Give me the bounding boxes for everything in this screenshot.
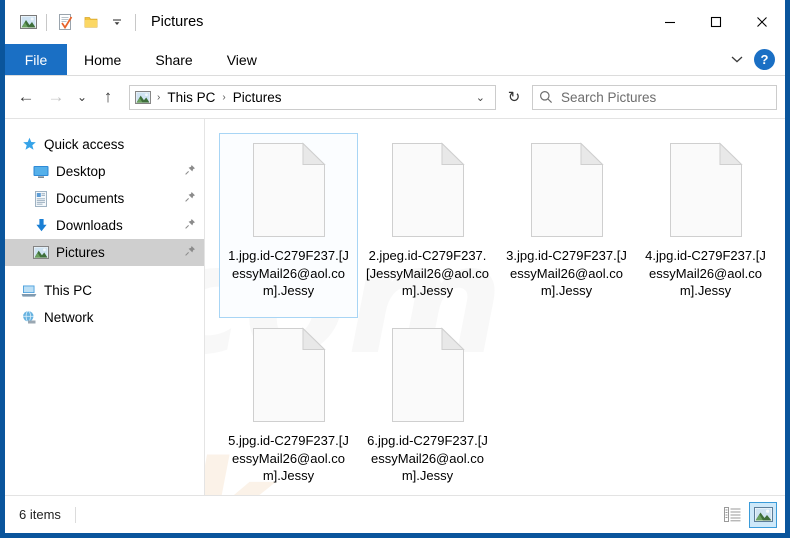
file-list-pane[interactable]: 1.jpg.id-C279F237.[JessyMail26@aol.com].…: [205, 119, 785, 495]
document-file-icon: [251, 142, 327, 238]
pin-icon-desktop[interactable]: [184, 164, 196, 179]
tab-home[interactable]: Home: [67, 44, 138, 75]
document-file-icon: [251, 327, 327, 423]
file-name-4: 4.jpg.id-C279F237.[JessyMail26@aol.com].…: [645, 248, 766, 298]
file-name-5: 5.jpg.id-C279F237.[JessyMail26@aol.com].…: [228, 433, 349, 483]
tab-view[interactable]: View: [210, 44, 274, 75]
qat-separator-2: [135, 13, 136, 31]
sidebar-label-documents: Documents: [56, 191, 125, 206]
sidebar-label-network: Network: [44, 310, 94, 325]
file-item-2[interactable]: 2.jpeg.id-C279F237.[JessyMail26@aol.com]…: [358, 133, 497, 318]
up-button[interactable]: ↑: [93, 82, 123, 112]
sidebar-item-this-pc[interactable]: This PC: [5, 277, 204, 304]
breadcrumb-item-pictures[interactable]: Pictures: [230, 90, 285, 105]
document-file-icon: [390, 142, 466, 238]
chevron-down-icon[interactable]: [730, 51, 744, 69]
minimize-button[interactable]: [647, 0, 693, 44]
breadcrumb-pictures-icon: [135, 90, 151, 104]
tab-file[interactable]: File: [5, 44, 67, 75]
document-file-icon: [529, 142, 605, 238]
properties-icon[interactable]: [52, 9, 78, 35]
file-name-2: 2.jpeg.id-C279F237.[JessyMail26@aol.com]…: [365, 248, 490, 298]
file-item-1[interactable]: 1.jpg.id-C279F237.[JessyMail26@aol.com].…: [219, 133, 358, 318]
sidebar-item-downloads[interactable]: Downloads: [5, 212, 204, 239]
refresh-button[interactable]: ↻: [500, 83, 528, 111]
file-item-3[interactable]: 3.jpg.id-C279F237.[JessyMail26@aol.com].…: [497, 133, 636, 318]
window-title: Pictures: [151, 14, 204, 30]
desktop-icon: [33, 164, 49, 180]
star-icon: [21, 137, 37, 153]
window-controls: [647, 0, 785, 44]
sidebar-item-desktop[interactable]: Desktop: [5, 158, 204, 185]
breadcrumb-item-this-pc[interactable]: This PC: [164, 90, 218, 105]
new-folder-icon[interactable]: [78, 9, 104, 35]
file-item-6[interactable]: 6.jpg.id-C279F237.[JessyMail26@aol.com].…: [358, 318, 497, 495]
search-icon: [539, 90, 553, 104]
recent-locations-button[interactable]: ⌄: [71, 82, 93, 112]
network-icon: [21, 310, 37, 326]
file-name-3: 3.jpg.id-C279F237.[JessyMail26@aol.com].…: [506, 248, 627, 298]
sidebar-item-quick-access[interactable]: Quick access: [5, 131, 204, 158]
sidebar-label-quick-access: Quick access: [44, 137, 125, 152]
pictures-folder-icon[interactable]: [15, 9, 41, 35]
pin-icon-pictures[interactable]: [184, 245, 196, 260]
back-button[interactable]: ←: [11, 82, 41, 112]
large-icons-view-button[interactable]: [749, 501, 777, 528]
document-file-icon: [390, 327, 466, 423]
maximize-button[interactable]: [693, 0, 739, 44]
pin-icon-downloads[interactable]: [184, 218, 196, 233]
details-view-button[interactable]: [718, 502, 746, 528]
sidebar-gap-1: [5, 266, 204, 277]
tab-share[interactable]: Share: [138, 44, 209, 75]
downloads-icon: [33, 218, 49, 234]
file-name-6: 6.jpg.id-C279F237.[JessyMail26@aol.com].…: [367, 433, 488, 483]
breadcrumb-separator-0[interactable]: ›: [153, 92, 164, 103]
explorer-content: com risk Quick access Desktop: [5, 118, 785, 495]
title-bar: Pictures: [5, 0, 785, 44]
search-placeholder: Search Pictures: [561, 89, 657, 105]
help-icon[interactable]: ?: [754, 49, 775, 70]
explorer-window: Pictures File Home Share View ? ← → ⌄ ↑ …: [0, 0, 790, 538]
status-bar: 6 items: [5, 495, 785, 533]
sidebar-label-downloads: Downloads: [56, 218, 123, 233]
customize-dropdown-icon[interactable]: [104, 9, 130, 35]
sidebar-label-this-pc: This PC: [44, 283, 93, 298]
sidebar-label-desktop: Desktop: [56, 164, 106, 179]
breadcrumb[interactable]: › This PC › Pictures ⌄: [129, 84, 496, 110]
status-separator: [74, 506, 76, 523]
sidebar-item-network[interactable]: Network: [5, 304, 204, 331]
item-count-label: 6 items: [19, 507, 61, 522]
sidebar-label-pictures: Pictures: [56, 245, 105, 260]
forward-button[interactable]: →: [41, 82, 71, 112]
navigation-pane: Quick access Desktop Documents Downloads…: [5, 119, 205, 495]
pictures-icon: [33, 245, 49, 261]
qat-separator-1: [46, 13, 47, 31]
address-bar: ← → ⌄ ↑ › This PC › Pictures ⌄ ↻ Search …: [5, 76, 785, 118]
sidebar-item-documents[interactable]: Documents: [5, 185, 204, 212]
quick-access-toolbar: [5, 9, 141, 35]
view-mode-buttons: [718, 501, 777, 528]
ribbon-tab-bar: File Home Share View ?: [5, 44, 785, 76]
breadcrumb-separator-1[interactable]: ›: [218, 92, 229, 103]
document-file-icon: [668, 142, 744, 238]
pin-icon-documents[interactable]: [184, 191, 196, 206]
search-input[interactable]: Search Pictures: [532, 84, 777, 110]
file-item-5[interactable]: 5.jpg.id-C279F237.[JessyMail26@aol.com].…: [219, 318, 358, 495]
ribbon-right-controls: ?: [730, 44, 785, 75]
documents-icon: [33, 190, 49, 207]
file-name-1: 1.jpg.id-C279F237.[JessyMail26@aol.com].…: [228, 248, 349, 298]
this-pc-icon: [21, 283, 37, 299]
sidebar-item-pictures[interactable]: Pictures: [5, 239, 204, 266]
breadcrumb-dropdown-icon[interactable]: ⌄: [468, 91, 493, 104]
file-item-4[interactable]: 4.jpg.id-C279F237.[JessyMail26@aol.com].…: [636, 133, 775, 318]
close-button[interactable]: [739, 0, 785, 44]
